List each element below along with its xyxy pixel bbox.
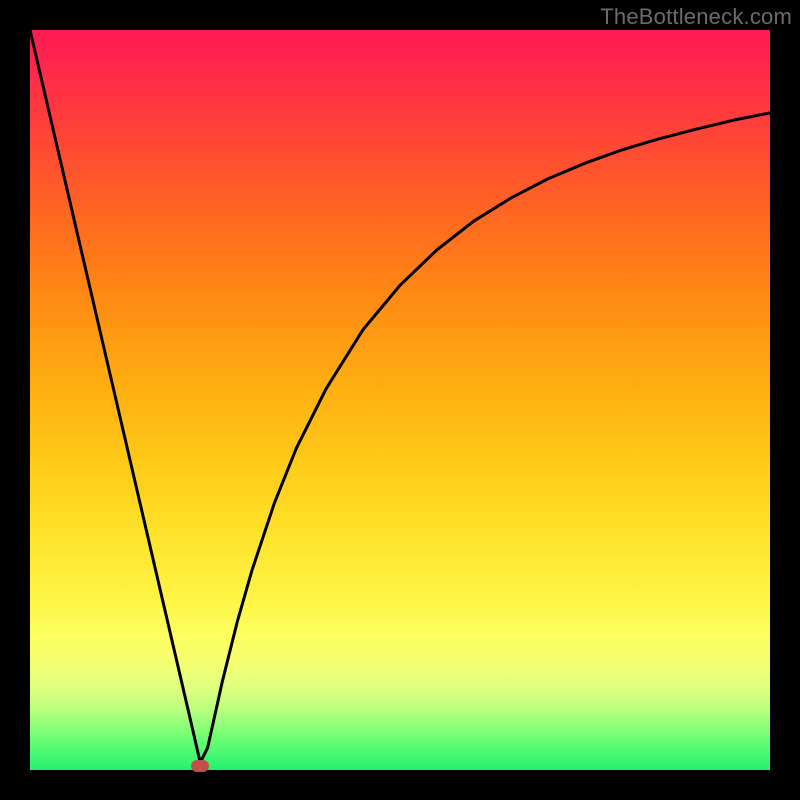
- chart-frame: TheBottleneck.com: [0, 0, 800, 800]
- watermark-text: TheBottleneck.com: [600, 4, 792, 30]
- chart-plot-area: [30, 30, 770, 770]
- optimal-point-marker: [191, 760, 209, 772]
- bottleneck-curve: [30, 30, 770, 770]
- bottleneck-curve-path: [30, 30, 770, 763]
